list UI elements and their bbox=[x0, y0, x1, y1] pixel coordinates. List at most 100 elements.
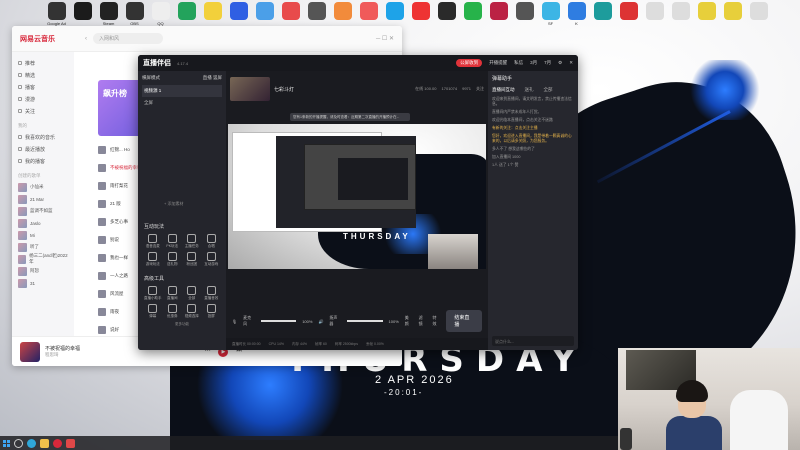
sidebar-item[interactable]: 漫游 bbox=[18, 93, 68, 105]
desktop-shortcut[interactable] bbox=[722, 2, 743, 32]
mine-item[interactable]: 我喜欢的音乐 bbox=[18, 131, 68, 143]
interactive-title: 互动玩法 bbox=[144, 224, 165, 230]
tool-button[interactable]: 视频选择 bbox=[183, 304, 201, 319]
close-icon[interactable]: ✕ bbox=[569, 60, 573, 66]
end-live-button[interactable]: 结束直播 bbox=[446, 310, 483, 332]
playlist-item[interactable]: 小仙米 bbox=[18, 181, 68, 193]
status-item: 内存 44% bbox=[291, 341, 307, 346]
channel-thumbnail[interactable] bbox=[230, 77, 270, 101]
song-cover bbox=[98, 290, 106, 298]
desktop-shortcut[interactable] bbox=[592, 2, 613, 32]
sidebar-item[interactable]: 精选 bbox=[18, 69, 68, 81]
tool-button[interactable]: 优惠券 bbox=[164, 304, 182, 319]
beauty-button[interactable]: 美颜 bbox=[405, 315, 413, 327]
tool-icon bbox=[187, 234, 197, 243]
stream-preview[interactable]: THURSDAY bbox=[228, 124, 486, 269]
effects-button[interactable]: 特效 bbox=[433, 315, 441, 327]
chat-tab[interactable]: 全部 bbox=[544, 87, 553, 93]
more-tools-link[interactable]: 更多功能 bbox=[142, 322, 222, 327]
scene-item[interactable]: 视频源 1 bbox=[142, 85, 222, 97]
sidebar-item[interactable]: 关注 bbox=[18, 105, 68, 117]
top-action[interactable]: 私信 bbox=[514, 60, 523, 66]
tool-button[interactable]: 互动游戏 bbox=[203, 252, 221, 267]
mic-icon[interactable]: 🎙 bbox=[232, 319, 237, 324]
streamer-right-panel: 弹幕助手 直播间互动 送礼 全部 欢迎来到直播间，请文明发言，禁止传播违法信息。… bbox=[488, 71, 578, 350]
start-icon[interactable] bbox=[3, 439, 10, 447]
top-action[interactable]: 开播提醒 bbox=[489, 60, 507, 66]
playlist-item[interactable]: 听了 bbox=[18, 241, 68, 253]
scene-mode-select[interactable]: 横屏模式 bbox=[142, 75, 160, 81]
tool-button[interactable]: 投屏 bbox=[203, 304, 221, 319]
netease-icon[interactable] bbox=[53, 438, 62, 448]
mic-volume-slider[interactable] bbox=[260, 320, 297, 322]
desktop-shortcut[interactable] bbox=[488, 2, 509, 32]
tool-button[interactable]: 主播任务 bbox=[183, 234, 201, 249]
playlist-item[interactable]: Mi bbox=[18, 229, 68, 241]
netease-search-input[interactable]: 入网和风 bbox=[93, 33, 163, 44]
tool-icon bbox=[148, 234, 158, 243]
desktop-shortcut[interactable] bbox=[462, 2, 483, 32]
playlist-item[interactable]: 杨三二(and老)2022年 bbox=[18, 253, 68, 265]
now-playing-cover[interactable] bbox=[20, 341, 40, 362]
chat-tab[interactable]: 送礼 bbox=[525, 87, 534, 93]
desktop-shortcut[interactable] bbox=[618, 2, 639, 32]
mine-item[interactable]: 我的播客 bbox=[18, 155, 68, 167]
desktop-shortcut[interactable] bbox=[670, 2, 691, 32]
back-icon[interactable]: ‹ bbox=[85, 36, 87, 42]
desktop-shortcut[interactable] bbox=[696, 2, 717, 32]
tool-button[interactable]: 直播间 bbox=[164, 286, 182, 301]
tool-button[interactable]: 粉丝团 bbox=[183, 252, 201, 267]
top-action[interactable]: 7月 bbox=[544, 60, 551, 66]
tool-button[interactable]: 语音连麦 bbox=[144, 234, 162, 249]
speaker-volume-slider[interactable] bbox=[347, 320, 383, 322]
desktop-shortcut[interactable] bbox=[514, 2, 535, 32]
mine-item[interactable]: 最近播放 bbox=[18, 143, 68, 155]
playlist-cover bbox=[18, 278, 27, 288]
live-status-button[interactable]: 公屏收到 bbox=[456, 59, 483, 67]
tool-button[interactable]: 直播小助手 bbox=[144, 286, 162, 301]
sidebar-item[interactable]: 播客 bbox=[18, 81, 68, 93]
desktop-shortcut[interactable] bbox=[410, 2, 431, 32]
settings-icon[interactable]: ⚙ bbox=[558, 60, 562, 66]
tool-button[interactable]: 弹幕 bbox=[144, 304, 162, 319]
playlist-item[interactable]: 21 Mar bbox=[18, 193, 68, 205]
tool-button[interactable]: 合唱 bbox=[203, 234, 221, 249]
streamer-window[interactable]: 直播伴侣 4.17.4 公屏收到 开播提醒 私信 3月 7月 ⚙ ✕ 横屏模式 … bbox=[138, 55, 578, 350]
playlist-item[interactable]: 31 bbox=[18, 277, 68, 289]
chat-tab[interactable]: 直播间互动 bbox=[492, 87, 515, 93]
tool-button[interactable]: 送礼物 bbox=[164, 252, 182, 267]
desktop-shortcut[interactable] bbox=[644, 2, 665, 32]
song-cover bbox=[98, 164, 106, 172]
top-action[interactable]: 3月 bbox=[530, 60, 537, 66]
tool-button[interactable]: 游戏玩法 bbox=[144, 252, 162, 267]
add-source-button[interactable]: + 添加素材 bbox=[164, 201, 183, 207]
edge-icon[interactable] bbox=[27, 438, 36, 448]
streamer-left-panel: 横屏模式 直播 竖屏 视频源 1 全屏 + 添加素材 互动玩法 语音连麦 PK玩法… bbox=[138, 71, 226, 350]
search-icon[interactable] bbox=[14, 438, 23, 448]
streamer-icon[interactable] bbox=[66, 438, 75, 448]
desktop-shortcut[interactable]: SF bbox=[540, 2, 561, 32]
desktop-shortcut[interactable]: K bbox=[566, 2, 587, 32]
sidebar-item[interactable]: 推荐 bbox=[18, 57, 68, 69]
playlist-item[interactable]: Jaslo bbox=[18, 217, 68, 229]
tool-button[interactable]: 全部 bbox=[183, 286, 201, 301]
channel-stat[interactable]: 关注 bbox=[476, 86, 484, 92]
tool-icon bbox=[206, 252, 216, 261]
tool-button[interactable]: 直播音效 bbox=[203, 286, 221, 301]
desktop-shortcut[interactable] bbox=[436, 2, 457, 32]
desktop-shortcut[interactable] bbox=[748, 2, 769, 32]
chat-input[interactable]: 说点什么... bbox=[492, 336, 574, 346]
scene-tab[interactable]: 直播 bbox=[203, 75, 212, 80]
window-controls[interactable]: ─ ☐ ✕ bbox=[376, 35, 394, 42]
playlist-item[interactable]: 阿恕 bbox=[18, 265, 68, 277]
playlist-item[interactable]: 蓝调不如蓝 bbox=[18, 205, 68, 217]
app-icon bbox=[73, 2, 92, 20]
filter-button[interactable]: 滤镜 bbox=[419, 315, 427, 327]
speaker-icon[interactable]: 🔊 bbox=[318, 319, 323, 324]
tool-label: 投屏 bbox=[207, 314, 215, 318]
notice-banner[interactable]: 您有1条新的开播提醒，请及时查看：近期第二次直播的开播预计在... bbox=[290, 113, 410, 121]
scene-item[interactable]: 全屏 bbox=[142, 97, 222, 109]
scene-tab[interactable]: 竖屏 bbox=[213, 75, 222, 80]
explorer-icon[interactable] bbox=[40, 438, 49, 448]
tool-button[interactable]: PK玩法 bbox=[164, 234, 182, 249]
